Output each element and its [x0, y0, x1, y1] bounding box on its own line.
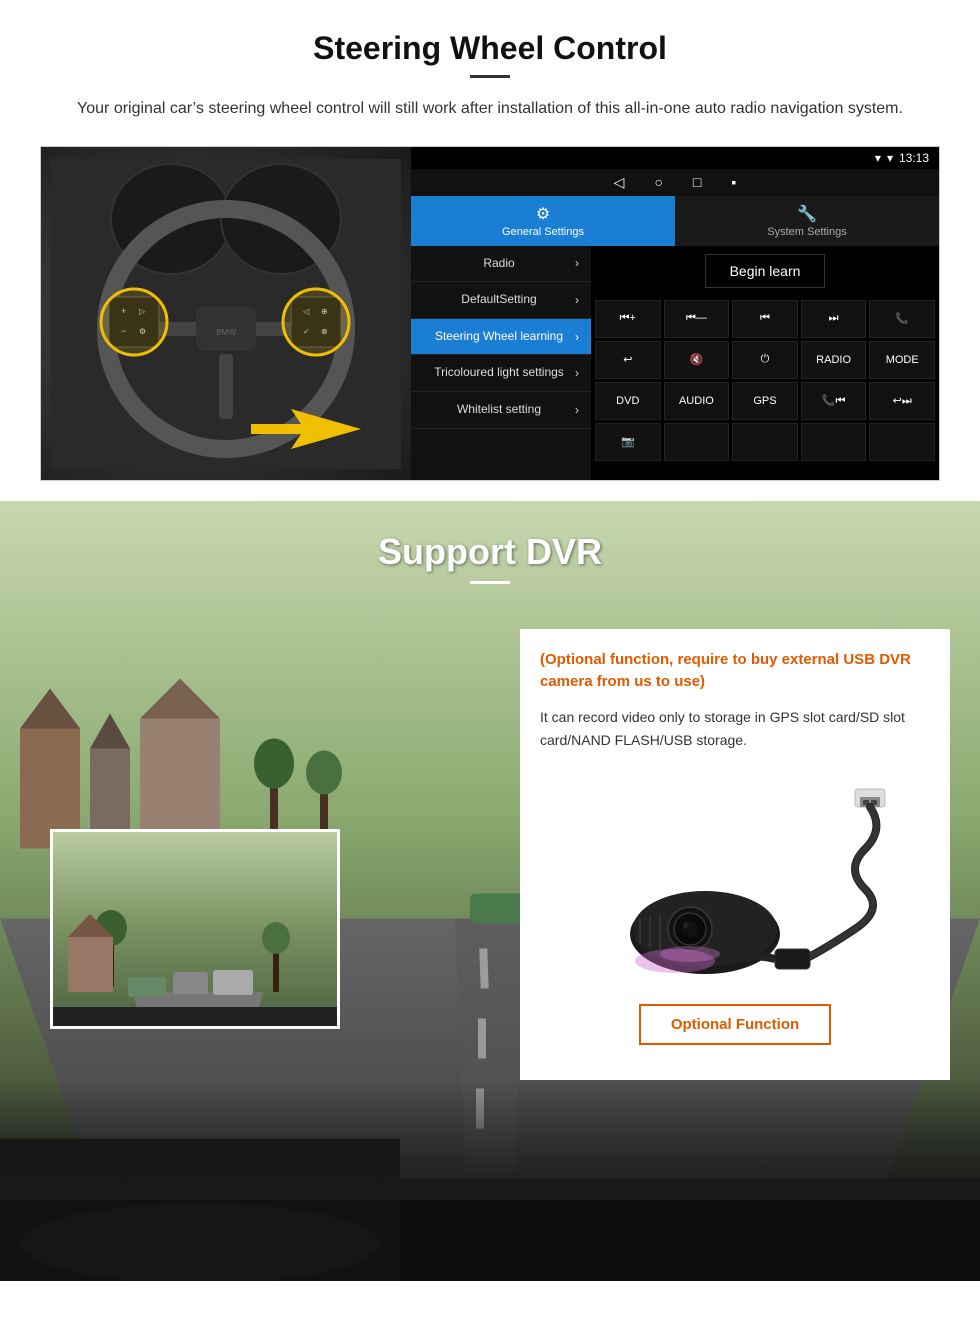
ctrl-vol-down[interactable]: ⏮— [664, 300, 730, 338]
menu-item-tricoloured[interactable]: Tricoloured light settings › [411, 355, 591, 392]
dvr-section: Support DVR [0, 501, 980, 1281]
status-time: 13:13 [899, 151, 929, 165]
dvr-camera-svg [545, 779, 925, 979]
dvr-title-area: Support DVR [0, 501, 980, 599]
back-icon[interactable]: ◁ [614, 174, 625, 191]
status-bar: ▾ ▾ 13:13 [411, 147, 939, 169]
ctrl-power[interactable]: ⏻ [732, 341, 798, 379]
title-divider [470, 75, 510, 78]
ctrl-empty-1 [664, 423, 730, 461]
ctrl-phone[interactable]: 📞 [869, 300, 935, 338]
btn-row: Optional Function [540, 984, 930, 1060]
ctrl-phone-prev[interactable]: 📞⏮ [801, 382, 867, 420]
wifi-icon: ▾ [887, 151, 893, 165]
ctrl-next[interactable]: ⏭ [801, 300, 867, 338]
steering-title: Steering Wheel Control [40, 30, 940, 67]
dvr-divider [470, 581, 510, 584]
ctrl-empty-4 [869, 423, 935, 461]
android-ui: ▾ ▾ 13:13 ◁ ○ □ ▪ ⚙ General Settings 🔧 S… [411, 147, 939, 480]
arrow-icon: › [575, 293, 579, 307]
dvr-optional-text: (Optional function, require to buy exter… [540, 649, 930, 694]
demo-container: BMW + − ▷ ⚙ ◁ ✓ ⊕ ⊗ [40, 146, 940, 481]
home-icon[interactable]: ○ [654, 174, 662, 190]
dvr-left-area [30, 629, 500, 1029]
steering-wheel-svg: BMW + − ▷ ⚙ ◁ ✓ ⊕ ⊗ [51, 159, 401, 469]
tab-system-settings[interactable]: 🔧 System Settings [675, 196, 939, 246]
dvr-camera-area [540, 769, 930, 984]
menu-item-radio[interactable]: Radio › [411, 246, 591, 283]
ctrl-gps[interactable]: GPS [732, 382, 798, 420]
dvr-title: Support DVR [0, 531, 980, 573]
menu-item-steering-wheel[interactable]: Steering Wheel learning › [411, 319, 591, 356]
menu-icon[interactable]: ▪ [731, 174, 736, 190]
begin-learn-button[interactable]: Begin learn [705, 254, 826, 288]
ctrl-audio[interactable]: AUDIO [664, 382, 730, 420]
dvr-thumb-svg [53, 832, 340, 1029]
system-settings-icon: 🔧 [797, 204, 817, 224]
ctrl-empty-3 [801, 423, 867, 461]
control-grid: ⏮+ ⏮— ⏮ ⏭ 📞 ↩ 🔇 ⏻ RADIO MODE DVD AUDIO G… [591, 296, 939, 465]
ctrl-empty-2 [732, 423, 798, 461]
menu-item-whitelist[interactable]: Whitelist setting › [411, 392, 591, 429]
signal-icon: ▾ [875, 151, 881, 165]
begin-learn-row: Begin learn [591, 246, 939, 296]
dvr-info-box: (Optional function, require to buy exter… [520, 629, 950, 1081]
arrow-icon: › [575, 403, 579, 417]
right-panel: Begin learn ⏮+ ⏮— ⏮ ⏭ 📞 ↩ 🔇 ⏻ RADIO MODE [591, 246, 939, 480]
menu-item-default-setting[interactable]: DefaultSetting › [411, 282, 591, 319]
ctrl-camera[interactable]: 📷 [595, 423, 661, 461]
arrow-icon: › [575, 256, 579, 270]
ctrl-radio[interactable]: RADIO [801, 341, 867, 379]
steering-wheel-image: BMW + − ▷ ⚙ ◁ ✓ ⊕ ⊗ [41, 147, 411, 481]
ctrl-prev[interactable]: ⏮ [732, 300, 798, 338]
ctrl-mute[interactable]: 🔇 [664, 341, 730, 379]
arrow-icon: › [575, 366, 579, 380]
optional-function-button[interactable]: Optional Function [639, 1004, 831, 1045]
recent-icon[interactable]: □ [693, 174, 701, 190]
dvr-content-row: (Optional function, require to buy exter… [0, 599, 980, 1081]
steering-subtitle: Your original car’s steering wheel contr… [40, 96, 940, 122]
arrow-icon: › [575, 330, 579, 344]
android-content: Radio › DefaultSetting › Steering Wheel … [411, 246, 939, 480]
ctrl-mode[interactable]: MODE [869, 341, 935, 379]
general-settings-icon: ⚙ [536, 204, 550, 224]
ctrl-vol-up[interactable]: ⏮+ [595, 300, 661, 338]
nav-bar: ◁ ○ □ ▪ [411, 169, 939, 196]
svg-text:BMW: BMW [216, 328, 236, 337]
android-tabs: ⚙ General Settings 🔧 System Settings [411, 196, 939, 246]
ctrl-dvd[interactable]: DVD [595, 382, 661, 420]
ctrl-back[interactable]: ↩ [595, 341, 661, 379]
dvr-thumbnail [50, 829, 340, 1029]
tab-general-settings[interactable]: ⚙ General Settings [411, 196, 675, 246]
left-menu: Radio › DefaultSetting › Steering Wheel … [411, 246, 591, 480]
dvr-bottom [0, 1080, 980, 1200]
steering-section: Steering Wheel Control Your original car… [0, 0, 980, 501]
ctrl-back-next[interactable]: ↩⏭ [869, 382, 935, 420]
dvr-description: It can record video only to storage in G… [540, 706, 930, 754]
